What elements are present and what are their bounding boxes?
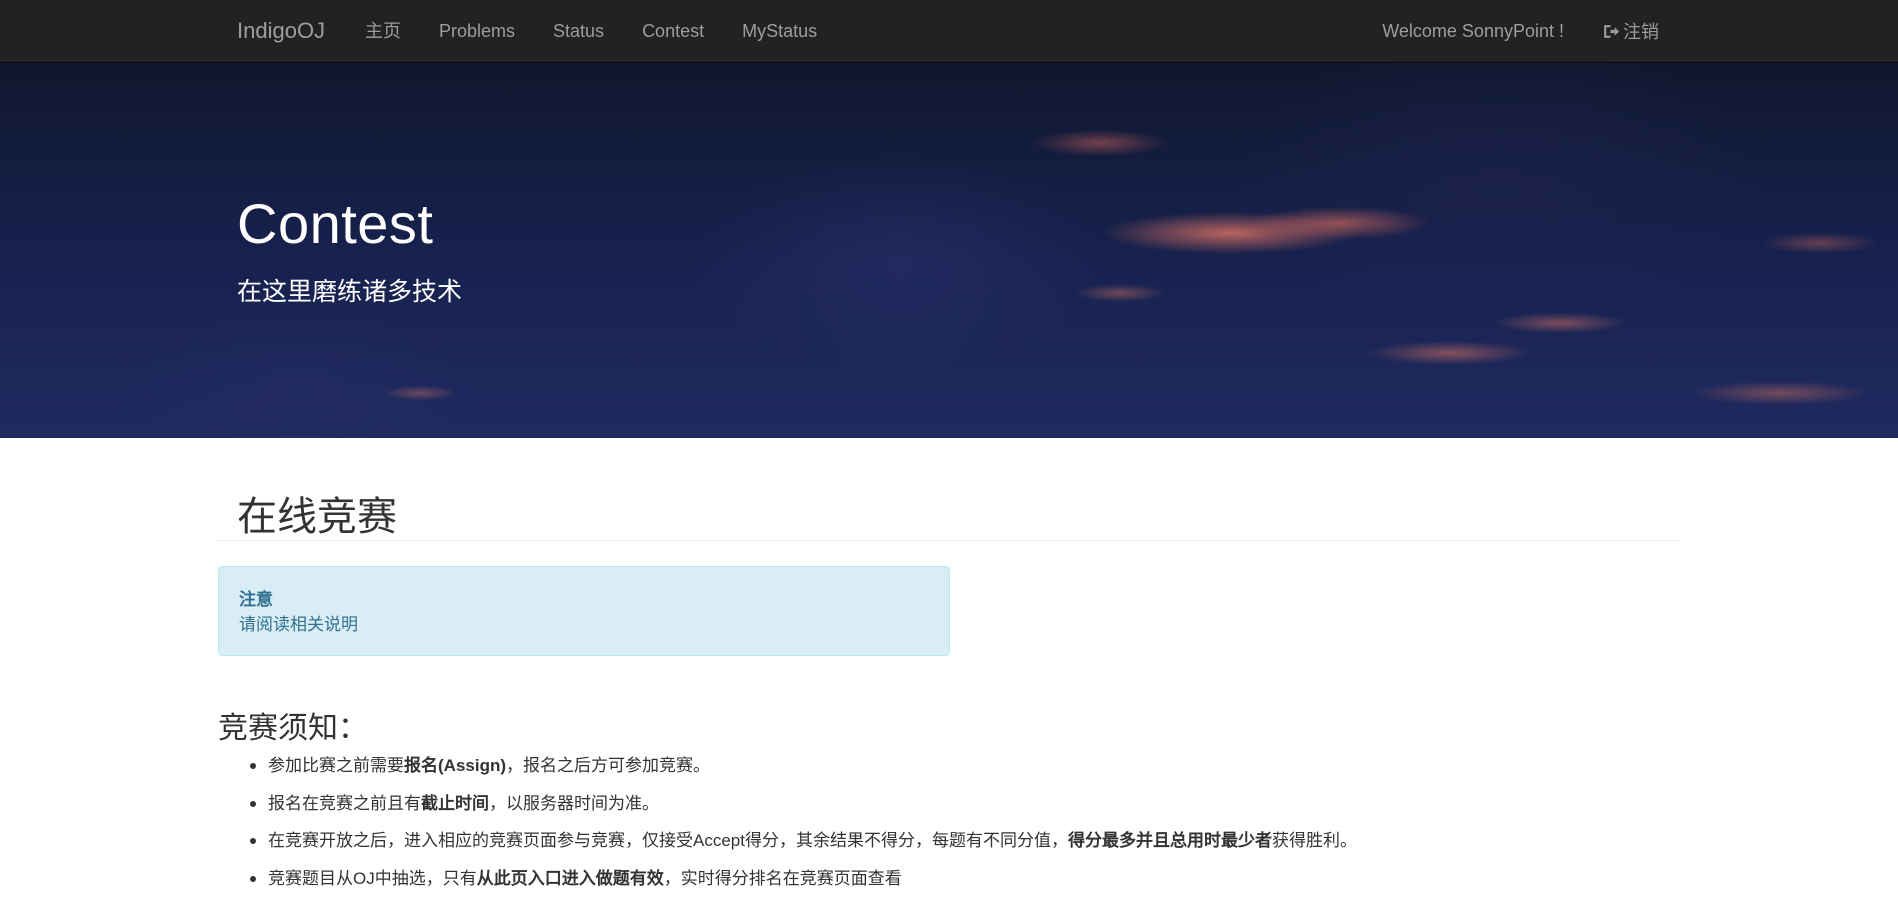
rules-title: 竞赛须知：	[218, 712, 368, 745]
rule-item: 竞赛题目从OJ中抽选，只有从此页入口进入做题有效，实时得分排名在竞赛页面查看	[250, 860, 1650, 898]
sign-out-icon	[1602, 23, 1619, 40]
nav-mystatus[interactable]: MyStatus	[723, 0, 836, 63]
hero-subtitle: 在这里磨练诸多技术	[237, 278, 463, 306]
alert-title: 注意	[239, 590, 273, 609]
welcome-user-link[interactable]: Welcome SonnyPoint !	[1363, 0, 1583, 63]
brand-link[interactable]: IndigoOJ	[237, 18, 325, 44]
logout-label: 注销	[1623, 21, 1659, 42]
rule-item: 在竞赛开放之后，进入相应的竞赛页面参与竞赛，仅接受Accept得分，其余结果不得…	[250, 822, 1650, 860]
nav-links: 主页 Problems Status Contest MyStatus	[346, 0, 836, 63]
nav-right: Welcome SonnyPoint ! 注销	[1363, 0, 1678, 63]
page-header: 在线竞赛	[218, 484, 1680, 541]
page-title: 在线竞赛	[237, 495, 397, 539]
alert-text: 请阅读相关说明	[239, 615, 358, 634]
nav-status[interactable]: Status	[534, 0, 623, 63]
rule-item: 报名在竞赛之前且有截止时间，以服务器时间为准。	[250, 785, 1650, 823]
rules-list: 参加比赛之前需要报名(Assign)，报名之后方可参加竞赛。 报名在竞赛之前且有…	[250, 747, 1650, 897]
logout-link[interactable]: 注销	[1583, 0, 1678, 63]
hero-banner: Contest 在这里磨练诸多技术	[0, 63, 1898, 438]
rule-item: 参加比赛之前需要报名(Assign)，报名之后方可参加竞赛。	[250, 747, 1650, 785]
nav-contest[interactable]: Contest	[623, 0, 723, 63]
nav-problems[interactable]: Problems	[420, 0, 534, 63]
top-navbar: IndigoOJ 主页 Problems Status Contest MySt…	[0, 0, 1898, 63]
info-alert: 注意 请阅读相关说明	[218, 566, 950, 656]
hero-title: Contest	[237, 192, 434, 255]
nav-home[interactable]: 主页	[346, 0, 420, 63]
